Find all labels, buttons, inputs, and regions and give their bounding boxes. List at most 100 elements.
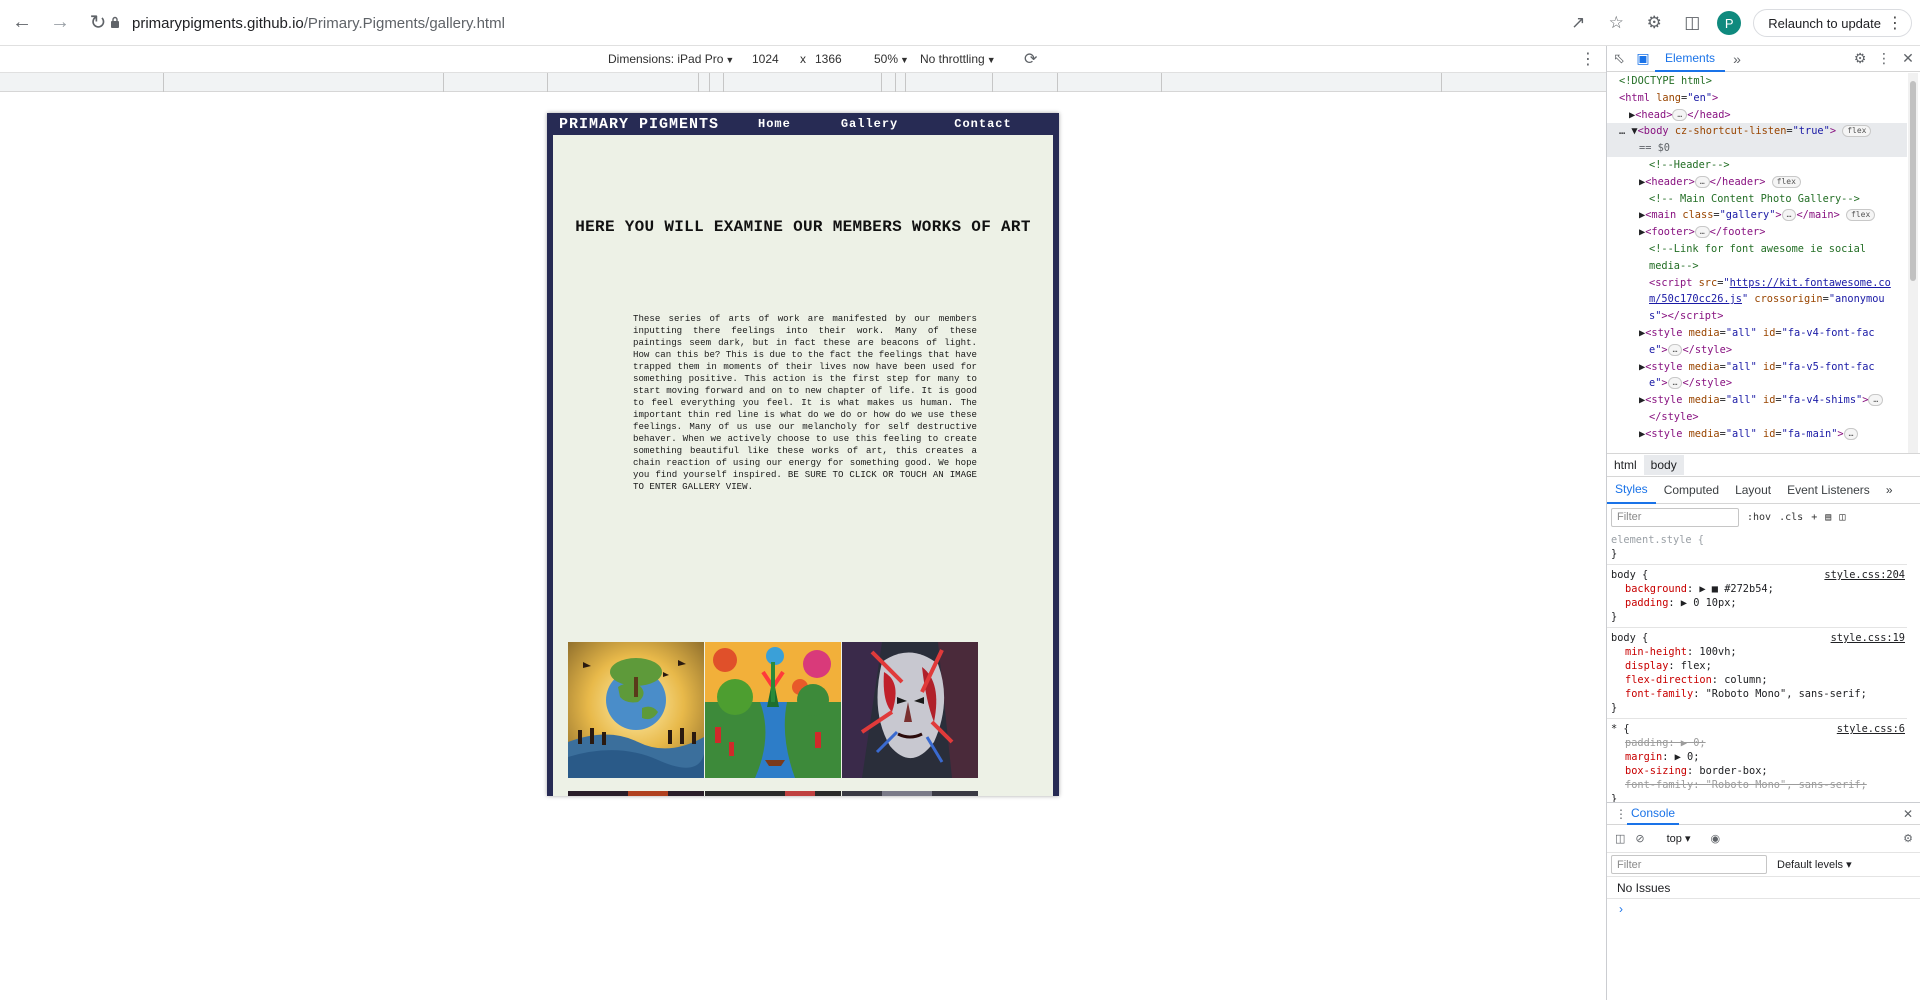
tab-elements[interactable]: Elements	[1655, 46, 1726, 72]
add-rule-icon[interactable]: +	[1811, 512, 1817, 523]
ruler-mark[interactable]	[992, 73, 993, 92]
breadcrumb-html[interactable]: html	[1607, 455, 1644, 475]
close-drawer-icon[interactable]: ✕	[1903, 807, 1913, 821]
ruler-mark[interactable]	[709, 73, 710, 92]
tab-event-listeners[interactable]: Event Listeners	[1779, 477, 1878, 504]
ruler-mark[interactable]	[1161, 73, 1162, 92]
dom-node-line[interactable]: media-->	[1607, 258, 1907, 275]
share-icon[interactable]: ↗	[1565, 10, 1591, 36]
context-select[interactable]: top ▾	[1667, 832, 1691, 845]
dom-node-line[interactable]: ▶<style media="all" id="fa-v5-font-fac	[1607, 359, 1907, 376]
dom-node-line[interactable]: <!-- Main Content Photo Gallery-->	[1607, 191, 1907, 208]
breadcrumb-body[interactable]: body	[1643, 455, 1684, 475]
cls-toggle[interactable]: .cls	[1779, 512, 1803, 523]
dom-node-line[interactable]: m/50c170cc26.js" crossorigin="anonymou	[1607, 291, 1907, 308]
css-source-link[interactable]: style.css:6	[1837, 722, 1905, 736]
gallery-image-row2-3[interactable]	[842, 791, 978, 796]
dom-node-line[interactable]: s"></script>	[1607, 308, 1907, 325]
gallery-image-abstract-face[interactable]	[842, 642, 978, 778]
nav-link-contact[interactable]: Contact	[954, 117, 1011, 131]
more-subtabs-icon[interactable]: »	[1878, 477, 1901, 504]
console-settings-icon[interactable]: ⚙	[1903, 832, 1913, 845]
ruler-mark[interactable]	[881, 73, 882, 92]
dom-node-line[interactable]: ▶<header>… </header> flex	[1607, 174, 1907, 191]
dom-scrollbar[interactable]	[1908, 73, 1918, 453]
sidebar-toggle-icon[interactable]: ◫	[1839, 512, 1845, 523]
devtools-menu-icon[interactable]: ⋮	[1872, 47, 1896, 71]
css-property[interactable]: font-family: "Roboto Mono", sans-serif;	[1611, 778, 1903, 792]
relaunch-button[interactable]: Relaunch to update ⋮	[1753, 9, 1912, 37]
close-devtools-icon[interactable]: ✕	[1896, 47, 1920, 71]
dom-node-line[interactable]: </style>	[1607, 409, 1907, 426]
log-levels-select[interactable]: Default levels ▾	[1777, 858, 1852, 871]
css-source-link[interactable]: style.css:19	[1831, 631, 1905, 645]
css-rule[interactable]: body {style.css:204 background: ▶ ■ #272b…	[1607, 565, 1907, 628]
dom-node-line[interactable]: ▶<style media="all" id="fa-v4-font-fac	[1607, 325, 1907, 342]
styles-pane[interactable]: element.style {} body {style.css:204 backg…	[1607, 530, 1907, 844]
css-property[interactable]: display: flex;	[1611, 659, 1903, 673]
rotate-icon[interactable]: ⟳	[1024, 49, 1037, 69]
ruler-mark[interactable]	[723, 73, 724, 92]
css-property[interactable]: margin: ▶ 0;	[1611, 750, 1903, 764]
console-filter-input[interactable]: Filter	[1611, 855, 1767, 874]
css-property[interactable]: padding: ▶ 0;	[1611, 736, 1903, 750]
forward-icon[interactable]: →	[44, 7, 76, 39]
dom-node-line[interactable]: ▶<main class="gallery">… </main> flex	[1607, 207, 1907, 224]
nav-link-gallery[interactable]: Gallery	[841, 117, 898, 131]
gallery-image-globe-tree[interactable]	[568, 642, 704, 778]
nav-link-home[interactable]: Home	[758, 117, 791, 131]
styles-filter-input[interactable]: Filter	[1611, 507, 1739, 527]
css-rule[interactable]: body {style.css:19 min-height: 100vh; disp…	[1607, 628, 1907, 719]
dom-node-line[interactable]: ▶<footer>… </footer>	[1607, 224, 1907, 241]
ruler-mark[interactable]	[547, 73, 548, 92]
zoom-select[interactable]: 50% ▼	[874, 52, 909, 66]
dom-node-line[interactable]: <!--Link for font awesome ie social	[1607, 241, 1907, 258]
css-rule[interactable]: * {style.css:6 padding: ▶ 0; margin: ▶ 0; b…	[1607, 719, 1907, 810]
menu-dots-icon[interactable]: ⋮	[1887, 13, 1903, 33]
gallery-image-colorful-village[interactable]	[705, 642, 841, 778]
gallery-image-row2-2[interactable]	[705, 791, 841, 796]
dimensions-select[interactable]: Dimensions: iPad Pro ▼	[608, 52, 734, 66]
ruler-mark[interactable]	[443, 73, 444, 92]
ruler-mark[interactable]	[698, 73, 699, 92]
width-input[interactable]: 1024	[752, 52, 779, 66]
dom-node-line[interactable]: <html lang="en">	[1607, 90, 1907, 107]
clear-console-icon[interactable]: ⊘	[1635, 832, 1644, 845]
extensions-icon[interactable]: ⚙	[1641, 10, 1667, 36]
back-icon[interactable]: ←	[6, 7, 38, 39]
device-toggle-icon[interactable]: ▣	[1631, 47, 1655, 71]
gallery-image-row2-1[interactable]	[568, 791, 704, 796]
console-sidebar-icon[interactable]: ◫	[1615, 832, 1625, 845]
dom-node-line[interactable]: ▶<head>… </head>	[1607, 107, 1907, 124]
hov-toggle[interactable]: :hov	[1747, 512, 1771, 523]
dom-node-line[interactable]: <!--Header-->	[1607, 157, 1907, 174]
css-property[interactable]: background: ▶ ■ #272b54;	[1611, 582, 1903, 596]
tab-console[interactable]: Console	[1627, 803, 1680, 825]
css-property[interactable]: min-height: 100vh;	[1611, 645, 1903, 659]
side-panel-icon[interactable]: ◫	[1679, 10, 1705, 36]
dom-node-line[interactable]: ▶<style media="all" id="fa-v4-shims">…	[1607, 392, 1907, 409]
ruler-mark[interactable]	[895, 73, 896, 92]
paint-icon[interactable]: ▤	[1825, 512, 1831, 523]
ruler-mark[interactable]	[905, 73, 906, 92]
dom-node-line[interactable]: e">… </style>	[1607, 342, 1907, 359]
profile-avatar[interactable]: P	[1717, 11, 1742, 35]
throttling-select[interactable]: No throttling ▼	[920, 52, 996, 66]
console-prompt[interactable]: ›	[1607, 899, 1920, 919]
css-property[interactable]: padding: ▶ 0 10px;	[1611, 596, 1903, 610]
ruler-mark[interactable]	[163, 73, 164, 92]
tab-styles[interactable]: Styles	[1607, 477, 1656, 504]
height-input[interactable]: 1366	[815, 52, 842, 66]
dom-node-line[interactable]: <script src="https://kit.fontawesome.co	[1607, 275, 1907, 292]
address-bar[interactable]: primarypigments.github.io/Primary.Pigmen…	[110, 8, 1600, 38]
dom-tree[interactable]: <!DOCTYPE html> <html lang="en"> ▶<head>… <…	[1607, 73, 1907, 453]
dom-node-line[interactable]: == $0	[1607, 140, 1907, 157]
drawer-menu-icon[interactable]: ⋮	[1615, 807, 1627, 821]
css-property[interactable]: box-sizing: border-box;	[1611, 764, 1903, 778]
site-logo[interactable]: PRIMARY PIGMENTS	[559, 116, 719, 133]
inspect-element-icon[interactable]: ⬁	[1607, 47, 1631, 71]
dom-node-line[interactable]: ▶<style media="all" id="fa-main">…	[1607, 426, 1907, 443]
ruler-mark[interactable]	[1057, 73, 1058, 92]
css-property[interactable]: flex-direction: column;	[1611, 673, 1903, 687]
tab-layout[interactable]: Layout	[1727, 477, 1779, 504]
